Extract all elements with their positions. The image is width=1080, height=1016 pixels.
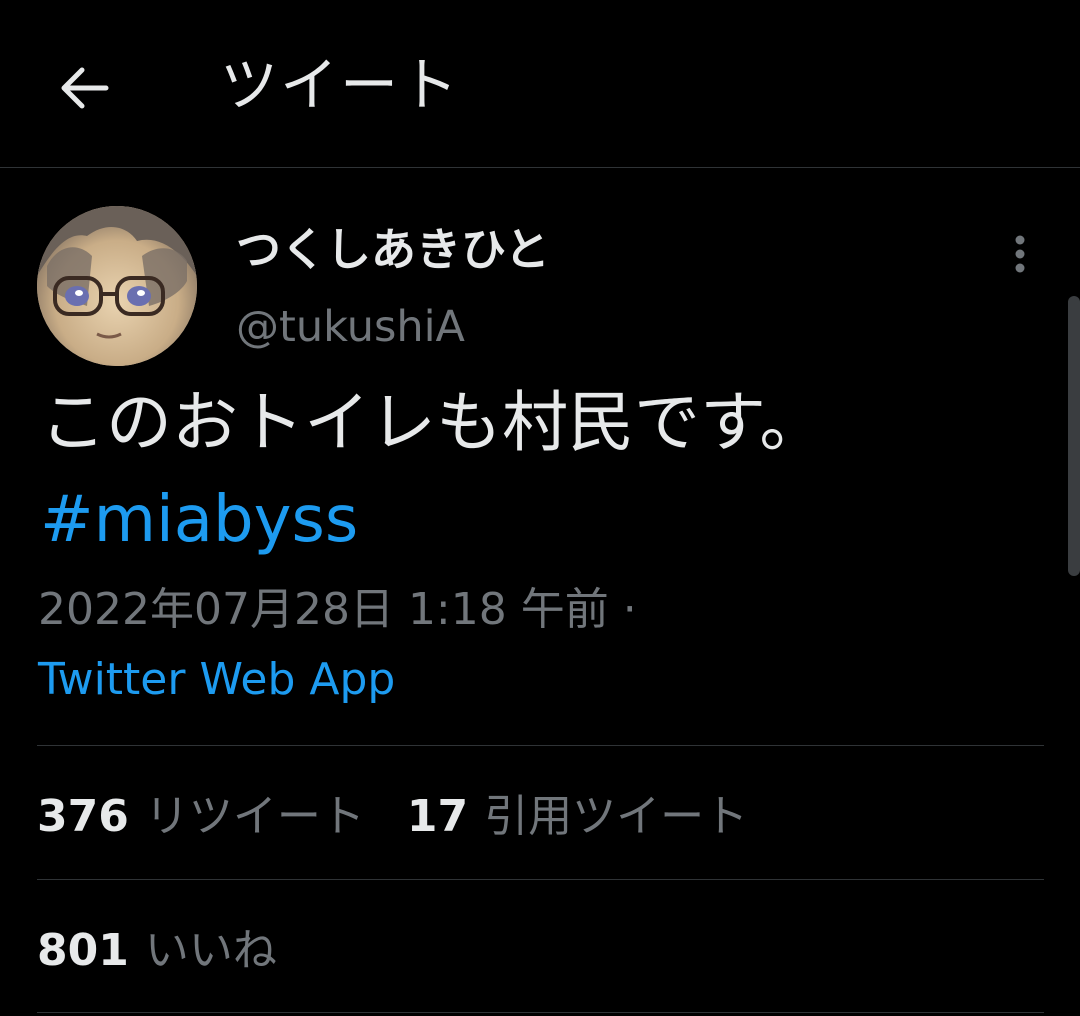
divider: [37, 1012, 1044, 1013]
tweet-source-link[interactable]: Twitter Web App: [38, 652, 395, 708]
retweets-count: 376: [37, 791, 129, 842]
quotes-stat[interactable]: 17 引用ツイート: [407, 780, 748, 844]
hashtag-link[interactable]: #miabyss: [40, 480, 358, 560]
quotes-label: 引用ツイート: [484, 791, 749, 842]
scrollbar-thumb[interactable]: [1068, 296, 1080, 576]
retweets-label: リツイート: [144, 791, 365, 842]
more-vertical-icon: [1015, 235, 1025, 273]
likes-stats-row: 801 いいね: [37, 916, 319, 976]
separator-dot: ·: [622, 584, 637, 635]
page-title: ツイート: [220, 51, 461, 119]
likes-count: 801: [37, 925, 129, 976]
quotes-count: 17: [406, 791, 469, 842]
back-button[interactable]: [52, 56, 116, 120]
author-handle[interactable]: @tukushiA: [236, 300, 465, 354]
author-display-name[interactable]: つくしあきひと: [236, 222, 550, 278]
divider: [37, 745, 1044, 746]
likes-label: いいね: [144, 925, 277, 976]
tweet-text: このおトイレも村民です。: [40, 384, 826, 461]
retweets-stat[interactable]: 376 リツイート: [37, 780, 365, 844]
arrow-left-icon: [61, 67, 109, 109]
retweet-stats-row: 376 リツイート 17 引用ツイート: [37, 782, 790, 842]
more-options-button[interactable]: [996, 230, 1044, 278]
timestamp-text: 2022年07月28日 1:18 午前: [38, 584, 609, 635]
tweet-timestamp[interactable]: 2022年07月28日 1:18 午前 ·: [38, 582, 637, 638]
likes-stat[interactable]: 801 いいね: [37, 914, 277, 978]
author-avatar[interactable]: [37, 206, 197, 366]
top-app-bar: ツイート: [0, 0, 1080, 168]
divider: [37, 879, 1044, 880]
avatar-image: [37, 206, 197, 366]
